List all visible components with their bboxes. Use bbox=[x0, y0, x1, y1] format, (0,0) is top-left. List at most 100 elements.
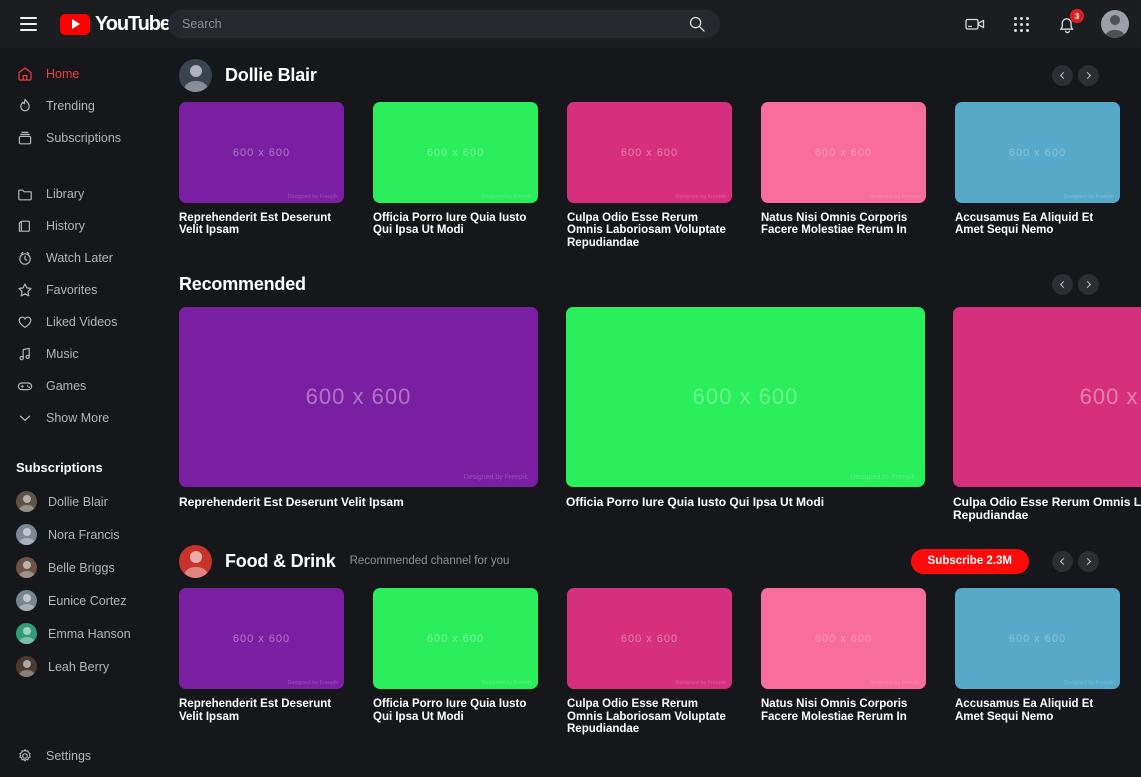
bell-icon[interactable]: 3 bbox=[1055, 12, 1079, 36]
sidebar-subscription-eunice-cortez[interactable]: Eunice Cortez bbox=[0, 584, 168, 617]
sidebar-subscription-label: Emma Hanson bbox=[48, 627, 131, 641]
sidebar-subscription-label: Nora Francis bbox=[48, 528, 120, 542]
thumbnail-watermark: Designed by Freepik bbox=[851, 474, 915, 481]
thumbnail-placeholder-label: 600 x 600 bbox=[1009, 147, 1066, 159]
video-camera-icon[interactable] bbox=[963, 12, 987, 36]
sidebar-subscription-dollie-blair[interactable]: Dollie Blair bbox=[0, 485, 168, 518]
video-card[interactable]: 600 x 600 Designed by Freepik Culpa Odio… bbox=[567, 588, 761, 735]
carousel-controls bbox=[1052, 551, 1099, 572]
video-card[interactable]: 600 x 600 Designed by Freepik Natus Nisi… bbox=[761, 102, 955, 249]
sidebar-item-liked-videos[interactable]: Liked Videos bbox=[0, 306, 168, 338]
flame-icon bbox=[16, 98, 33, 115]
gear-icon bbox=[16, 748, 33, 765]
sidebar-item-label: Show More bbox=[46, 411, 109, 425]
sidebar-item-subscriptions[interactable]: Subscriptions bbox=[0, 122, 168, 154]
video-title: Officia Porro Iure Quia Iusto Qui Ipsa U… bbox=[566, 496, 923, 509]
chevron-right-icon[interactable] bbox=[1078, 551, 1099, 572]
sidebar-item-label: Library bbox=[46, 187, 84, 201]
chevron-left-icon[interactable] bbox=[1052, 551, 1073, 572]
video-title: Reprehenderit Est Deserunt Velit Ipsam bbox=[179, 212, 342, 237]
section-dollie-blair: Dollie Blair 600 x 600 Designed by Freep… bbox=[179, 48, 1141, 249]
search-input[interactable] bbox=[182, 17, 688, 31]
sidebar-item-settings[interactable]: Settings bbox=[0, 740, 168, 772]
history-icon bbox=[16, 218, 33, 235]
chevron-right-icon[interactable] bbox=[1078, 274, 1099, 295]
video-card[interactable]: 600 x 600 Designed by Freepik Officia Po… bbox=[566, 307, 953, 522]
sidebar-item-games[interactable]: Games bbox=[0, 370, 168, 402]
thumbnail-watermark: Designed by Freepik bbox=[482, 680, 532, 686]
subscriptions-icon bbox=[16, 130, 33, 147]
video-card[interactable]: 600 x 600 Designed by Freepik Accusamus … bbox=[955, 588, 1141, 735]
channel-avatar[interactable] bbox=[179, 545, 212, 578]
chevron-left-icon[interactable] bbox=[1052, 274, 1073, 295]
sidebar-subscription-label: Belle Briggs bbox=[48, 561, 115, 575]
video-thumbnail[interactable]: 600 x 600 Designed by Freepik bbox=[761, 588, 926, 689]
sidebar-item-trending[interactable]: Trending bbox=[0, 90, 168, 122]
video-card[interactable]: 600 x 600 Designed by Freepik Reprehende… bbox=[179, 102, 373, 249]
sidebar-item-music[interactable]: Music bbox=[0, 338, 168, 370]
video-thumbnail[interactable]: 600 x 600 Designed by Freepik bbox=[179, 588, 344, 689]
youtube-logo[interactable]: YouTube bbox=[60, 13, 170, 36]
video-title: Officia Porro Iure Quia Iusto Qui Ipsa U… bbox=[373, 212, 536, 237]
video-card[interactable]: 600 x 600 Designed by Freepik Reprehende… bbox=[179, 307, 566, 522]
video-card[interactable]: 600 x 600 Designed by Freepik Officia Po… bbox=[373, 102, 567, 249]
thumbnail-placeholder-label: 600 x 600 bbox=[693, 384, 799, 410]
star-icon bbox=[16, 282, 33, 299]
video-thumbnail[interactable]: 600 x 600 Designed by Freepik bbox=[373, 588, 538, 689]
video-thumbnail[interactable]: 600 x 600 Designed by Freepik bbox=[567, 588, 732, 689]
video-card[interactable]: 600 x 600 Designed by Freepik Accusamus … bbox=[955, 102, 1141, 249]
thumbnail-placeholder-label: 600 x 600 bbox=[306, 384, 412, 410]
sidebar-subscription-emma-hanson[interactable]: Emma Hanson bbox=[0, 617, 168, 650]
sidebar-item-watch-later[interactable]: Watch Later bbox=[0, 242, 168, 274]
search-icon[interactable] bbox=[688, 15, 706, 33]
subscribe-button[interactable]: Subscribe 2.3M bbox=[911, 549, 1029, 574]
thumbnail-watermark: Designed by Freepik bbox=[288, 680, 338, 686]
video-thumbnail[interactable]: 600 x 600 Designed by Freepik bbox=[566, 307, 925, 487]
video-thumbnail[interactable]: 600 x 600 Designed by Freepik bbox=[955, 588, 1120, 689]
sidebar-subscription-belle-briggs[interactable]: Belle Briggs bbox=[0, 551, 168, 584]
sidebar-item-label: History bbox=[46, 219, 85, 233]
video-title: Culpa Odio Esse Rerum Omnis Laboriosam V… bbox=[567, 212, 730, 249]
video-card[interactable]: 600 x 600 Designed by Freepik Officia Po… bbox=[373, 588, 567, 735]
hamburger-icon[interactable] bbox=[8, 4, 48, 44]
video-thumbnail[interactable]: 600 x 600 Designed by Freepik bbox=[761, 102, 926, 203]
clock-icon bbox=[16, 250, 33, 267]
video-row: 600 x 600 Designed by Freepik Reprehende… bbox=[179, 588, 1141, 735]
sidebar-item-show-more[interactable]: Show More bbox=[0, 402, 168, 434]
video-card[interactable]: 600 x 600 Designed by Freepik Culpa Odio… bbox=[953, 307, 1141, 522]
sidebar-subscription-leah-berry[interactable]: Leah Berry bbox=[0, 650, 168, 683]
sidebar-item-home[interactable]: Home bbox=[0, 58, 168, 90]
thumbnail-placeholder-label: 600 x 600 bbox=[1080, 384, 1141, 410]
video-thumbnail[interactable]: 600 x 600 Designed by Freepik bbox=[179, 102, 344, 203]
video-card[interactable]: 600 x 600 Designed by Freepik Reprehende… bbox=[179, 588, 373, 735]
section-title: Recommended bbox=[179, 274, 306, 295]
video-thumbnail[interactable]: 600 x 600 Designed by Freepik bbox=[179, 307, 538, 487]
video-thumbnail[interactable]: 600 x 600 Designed by Freepik bbox=[567, 102, 732, 203]
video-card[interactable]: 600 x 600 Designed by Freepik Culpa Odio… bbox=[567, 102, 761, 249]
thumbnail-watermark: Designed by Freepik bbox=[676, 194, 726, 200]
sidebar: Home Trending Subscriptions bbox=[0, 48, 168, 777]
channel-avatar[interactable] bbox=[179, 59, 212, 92]
chevron-left-icon[interactable] bbox=[1052, 65, 1073, 86]
thumbnail-placeholder-label: 600 x 600 bbox=[427, 633, 484, 645]
heart-icon bbox=[16, 314, 33, 331]
video-thumbnail[interactable]: 600 x 600 Designed by Freepik bbox=[955, 102, 1120, 203]
sidebar-subscription-nora-francis[interactable]: Nora Francis bbox=[0, 518, 168, 551]
search-bar[interactable] bbox=[168, 10, 720, 38]
section-header: Food & Drink Recommended channel for you… bbox=[179, 534, 1141, 588]
thumbnail-placeholder-label: 600 x 600 bbox=[1009, 633, 1066, 645]
avatar[interactable] bbox=[1101, 10, 1129, 38]
chevron-right-icon[interactable] bbox=[1078, 65, 1099, 86]
video-card[interactable]: 600 x 600 Designed by Freepik Natus Nisi… bbox=[761, 588, 955, 735]
thumbnail-placeholder-label: 600 x 600 bbox=[621, 633, 678, 645]
grid-apps-icon[interactable] bbox=[1009, 12, 1033, 36]
video-row: 600 x 600 Designed by Freepik Reprehende… bbox=[179, 102, 1141, 249]
sidebar-subscription-label: Leah Berry bbox=[48, 660, 109, 674]
sidebar-item-history[interactable]: History bbox=[0, 210, 168, 242]
video-thumbnail[interactable]: 600 x 600 Designed by Freepik bbox=[373, 102, 538, 203]
thumbnail-watermark: Designed by Freepik bbox=[464, 474, 528, 481]
avatar bbox=[16, 590, 37, 611]
sidebar-item-library[interactable]: Library bbox=[0, 178, 168, 210]
video-thumbnail[interactable]: 600 x 600 Designed by Freepik bbox=[953, 307, 1141, 487]
sidebar-item-favorites[interactable]: Favorites bbox=[0, 274, 168, 306]
